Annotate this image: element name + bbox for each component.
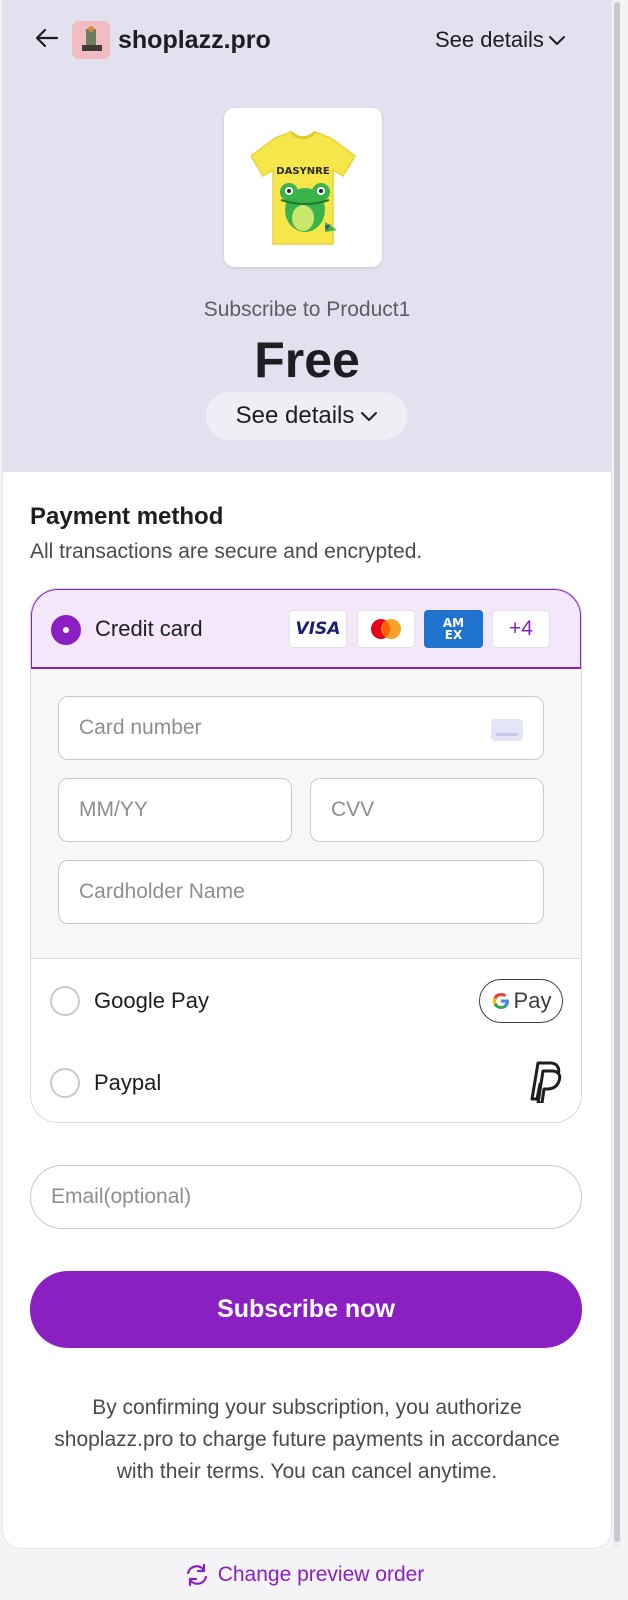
subscribe-to-label: Subscribe to Product1 — [203, 298, 411, 321]
refresh-icon — [186, 1564, 207, 1586]
arrow-left-icon — [35, 28, 59, 48]
hero-section: shoplazz.pro See details DASYNRE Subscri… — [3, 0, 611, 472]
payment-methods: Credit card VISA AM EX +4 Card number MM… — [30, 588, 582, 1123]
header-see-details-label: See details — [435, 27, 544, 52]
method-credit-card[interactable]: Credit card VISA AM EX +4 — [31, 589, 581, 669]
method-google-pay[interactable]: Google Pay Pay — [31, 959, 581, 1043]
price: Free — [254, 332, 360, 388]
svg-text:DASYNRE: DASYNRE — [276, 166, 330, 177]
legal-text: By confirming your subscription, you aut… — [54, 1396, 560, 1483]
card-number-field[interactable]: Card number — [58, 696, 544, 760]
cvv-field[interactable]: CVV — [310, 778, 544, 842]
back-button[interactable] — [33, 24, 61, 52]
mastercard-logo — [357, 610, 415, 648]
amex-logo: AM EX — [424, 610, 483, 648]
see-details-label: See details — [235, 402, 355, 429]
change-preview-order-label: Change preview order — [217, 1563, 425, 1586]
more-brands-count: +4 — [509, 617, 533, 640]
email-field[interactable]: Email(optional) — [30, 1165, 582, 1229]
chevron-down-icon — [548, 36, 565, 45]
credit-card-form: Card number MM/YY CVV Cardholder Name — [31, 669, 581, 959]
more-brands-badge: +4 — [492, 610, 550, 648]
chevron-down-icon — [361, 412, 378, 421]
header-see-details[interactable]: See details — [435, 26, 566, 54]
credit-card-radio[interactable] — [51, 615, 81, 645]
store-name: shoplazz.pro — [118, 26, 271, 54]
product-image: DASYNRE — [224, 108, 382, 267]
see-details-button[interactable]: See details — [206, 392, 408, 440]
change-preview-order-link[interactable]: Change preview order — [0, 1563, 608, 1587]
google-pay-label: Google Pay — [94, 988, 209, 1013]
google-pay-badge: Pay — [479, 979, 563, 1023]
scrollbar[interactable] — [613, 0, 621, 1548]
credit-card-label: Credit card — [95, 616, 203, 641]
tshirt-image: DASYNRE — [250, 130, 356, 245]
google-pay-badge-text: Pay — [513, 988, 552, 1013]
google-g-icon — [492, 993, 509, 1009]
paypal-radio[interactable] — [50, 1068, 80, 1098]
card-icon — [491, 719, 523, 741]
paypal-label: Paypal — [94, 1070, 162, 1095]
scrollbar-thumb[interactable] — [614, 2, 620, 1542]
method-paypal[interactable]: Paypal — [31, 1041, 581, 1122]
checkout-card: shoplazz.pro See details DASYNRE Subscri… — [3, 0, 611, 1548]
expiry-field[interactable]: MM/YY — [58, 778, 292, 842]
subscribe-now-button[interactable]: Subscribe now — [30, 1271, 582, 1348]
cvv-placeholder: CVV — [331, 798, 375, 821]
visa-logo: VISA — [289, 610, 347, 648]
cardholder-placeholder: Cardholder Name — [79, 880, 245, 903]
card-number-placeholder: Card number — [79, 716, 202, 739]
paypal-icon — [530, 1061, 562, 1103]
payment-method-subtitle: All transactions are secure and encrypte… — [30, 540, 423, 563]
store-logo — [72, 21, 110, 59]
email-placeholder: Email(optional) — [51, 1185, 192, 1208]
google-pay-radio[interactable] — [50, 986, 80, 1016]
expiry-placeholder: MM/YY — [79, 798, 148, 821]
cardholder-name-field[interactable]: Cardholder Name — [58, 860, 544, 924]
payment-method-title: Payment method — [30, 503, 224, 530]
